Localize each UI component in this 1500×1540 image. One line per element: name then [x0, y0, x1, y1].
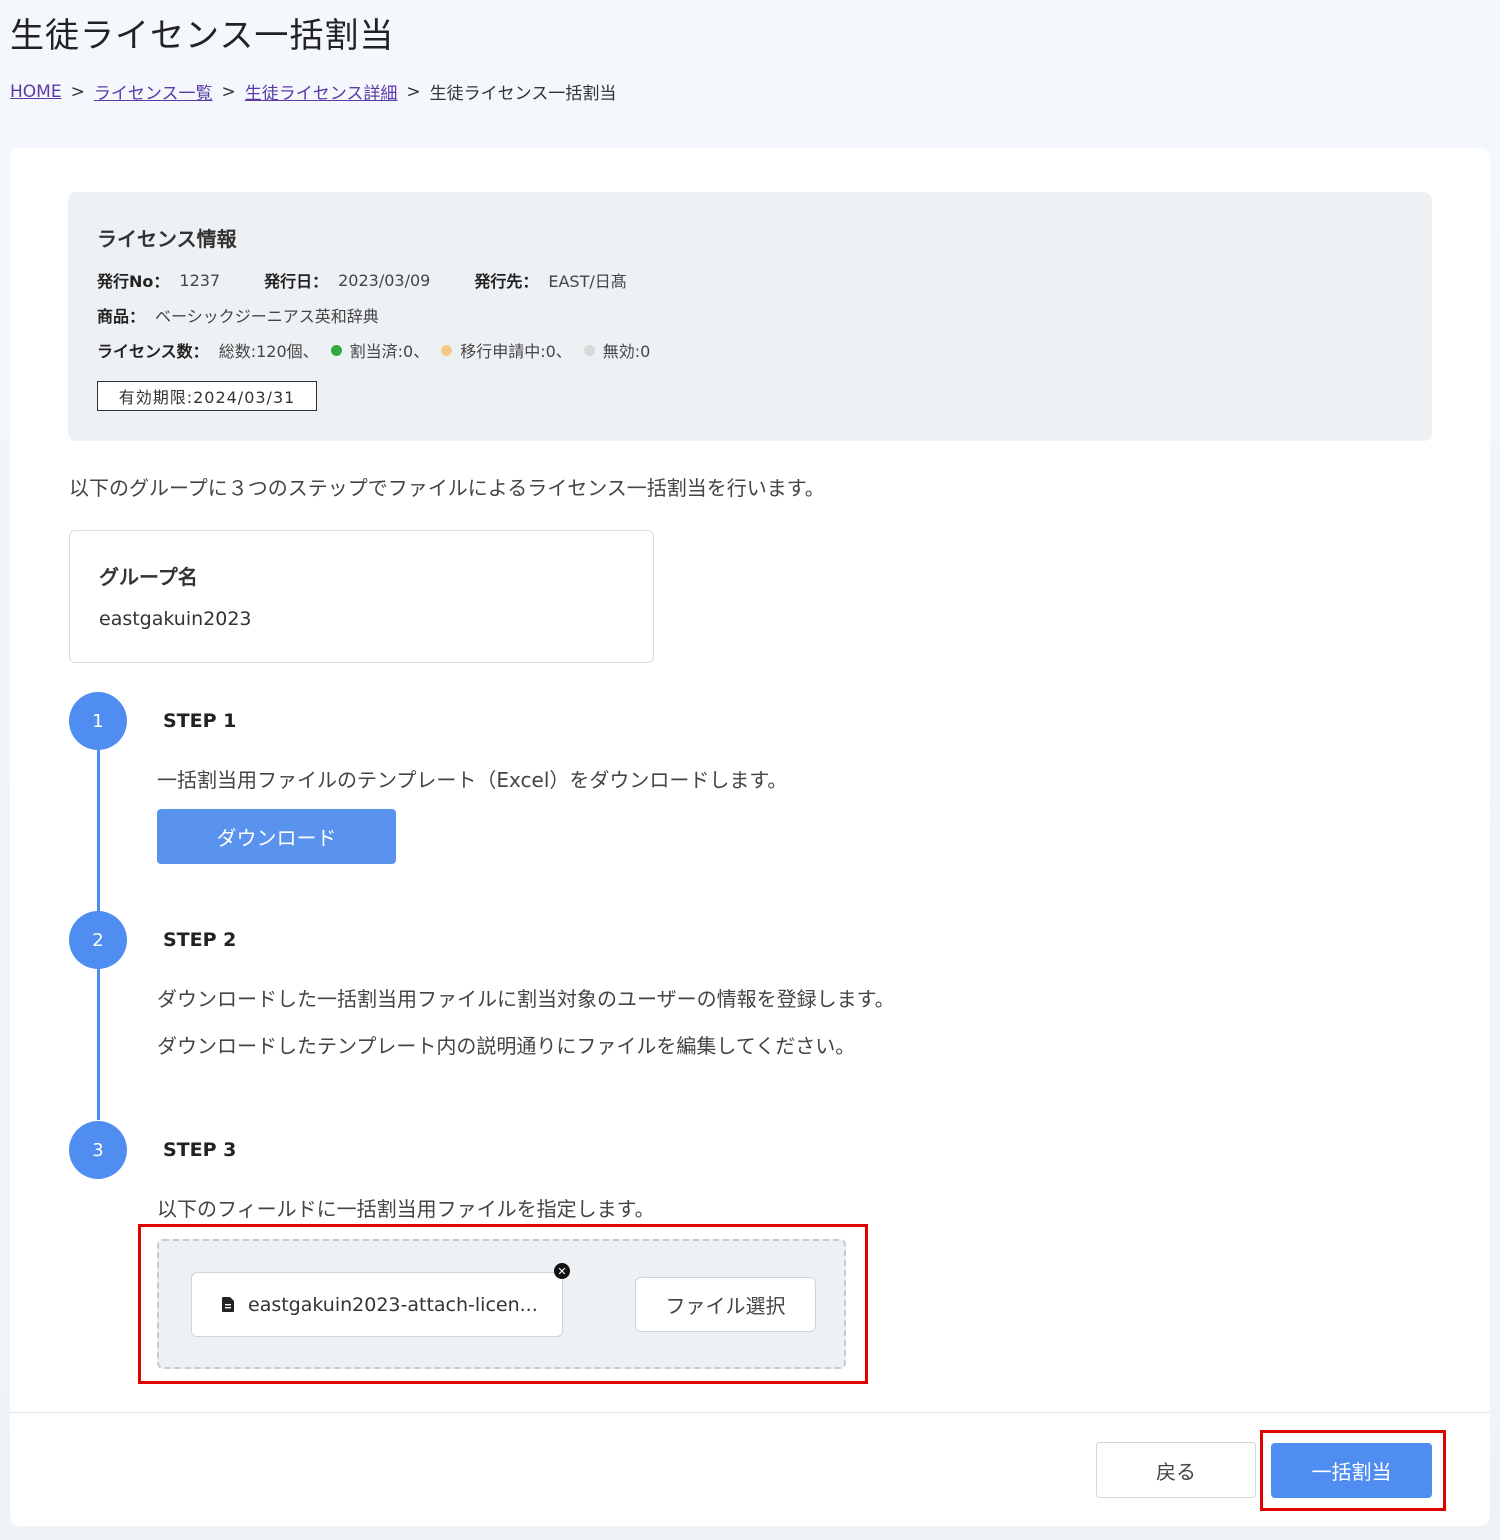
license-assigned: 割当済:0、 [349, 342, 430, 361]
page-title: 生徒ライセンス一括割当 [10, 16, 395, 56]
breadcrumb-current: 生徒ライセンス一括割当 [429, 84, 617, 104]
step-1-title: STEP 1 [163, 710, 237, 732]
step-1-number: 1 [69, 692, 127, 750]
issuer-value: EAST/日髙 [548, 272, 627, 291]
back-button[interactable]: 戻る [1096, 1442, 1256, 1498]
group-panel: グループ名 eastgakuin2023 [69, 530, 654, 663]
bulk-assign-button[interactable]: 一括割当 [1271, 1443, 1432, 1498]
expiry-badge: 有効期限:2024/03/31 [97, 381, 317, 411]
main-card: ライセンス情報 発行No： 1237 発行日： 2023/03/09 発行先： … [10, 148, 1490, 1526]
license-total: 総数:120個、 [218, 342, 319, 361]
breadcrumb-home-link[interactable]: HOME [10, 82, 62, 102]
close-icon[interactable]: ✕ [554, 1263, 570, 1279]
breadcrumb-separator: > [406, 81, 421, 102]
step-3-title: STEP 3 [163, 1139, 237, 1161]
pending-status-dot-icon [441, 344, 453, 356]
product-label: 商品： [97, 307, 146, 326]
breadcrumb-separator: > [221, 81, 236, 102]
license-invalid: 無効:0 [602, 342, 651, 361]
group-value: eastgakuin2023 [99, 608, 252, 630]
breadcrumb-separator: > [70, 81, 85, 102]
license-pending: 移行申請中:0、 [460, 342, 572, 361]
step-2-description: ダウンロードしたテンプレート内の説明通りにファイルを編集してください。 [157, 1034, 856, 1058]
assigned-status-dot-icon [330, 344, 342, 356]
issue-date-value: 2023/03/09 [338, 270, 431, 290]
license-count-label: ライセンス数： [97, 342, 209, 361]
license-count-row: ライセンス数： 総数:120個、 割当済:0、 移行申請中:0、 無効:0 [97, 338, 650, 362]
issue-no-value: 1237 [179, 270, 221, 290]
license-info-title: ライセンス情報 [97, 227, 237, 251]
step-connector-line [97, 968, 100, 1120]
product-value: ベーシックジーニアス英和辞典 [155, 307, 379, 326]
intro-text: 以下のグループに３つのステップでファイルによるライセンス一括割当を行います。 [69, 476, 825, 500]
breadcrumb-license-list-link[interactable]: ライセンス一覧 [94, 79, 213, 104]
step-2-number: 2 [69, 911, 127, 969]
document-icon [222, 1297, 234, 1312]
step-3-number: 3 [69, 1121, 127, 1179]
breadcrumb: HOME > ライセンス一覧 > 生徒ライセンス詳細 > 生徒ライセンス一括割当 [10, 79, 617, 105]
download-button[interactable]: ダウンロード [157, 809, 396, 864]
issuer-label: 発行先： [474, 272, 539, 291]
selected-file-name: eastgakuin2023-attach-licen... [248, 1293, 538, 1316]
license-product-row: 商品： ベーシックジーニアス英和辞典 [97, 303, 379, 327]
license-issue-row: 発行No： 1237 発行日： 2023/03/09 発行先： EAST/日髙 [97, 268, 627, 292]
issue-date-label: 発行日： [264, 272, 329, 291]
file-select-button[interactable]: ファイル選択 [635, 1277, 816, 1332]
footer-divider [10, 1412, 1490, 1413]
step-1-description: 一括割当用ファイルのテンプレート（Excel）をダウンロードします。 [157, 768, 788, 792]
step-connector-line [97, 750, 100, 912]
file-drop-zone[interactable]: eastgakuin2023-attach-licen... ✕ ファイル選択 [157, 1239, 846, 1369]
issue-no-label: 発行No： [97, 272, 170, 291]
invalid-status-dot-icon [583, 344, 595, 356]
license-info-panel: ライセンス情報 発行No： 1237 発行日： 2023/03/09 発行先： … [68, 192, 1432, 441]
step-2-title: STEP 2 [163, 929, 237, 951]
step-2-description: ダウンロードした一括割当用ファイルに割当対象のユーザーの情報を登録します。 [157, 987, 895, 1011]
group-label: グループ名 [99, 565, 198, 589]
selected-file-chip: eastgakuin2023-attach-licen... [191, 1272, 563, 1337]
step-3-description: 以下のフィールドに一括割当用ファイルを指定します。 [157, 1197, 655, 1221]
breadcrumb-license-detail-link[interactable]: 生徒ライセンス詳細 [245, 79, 398, 104]
